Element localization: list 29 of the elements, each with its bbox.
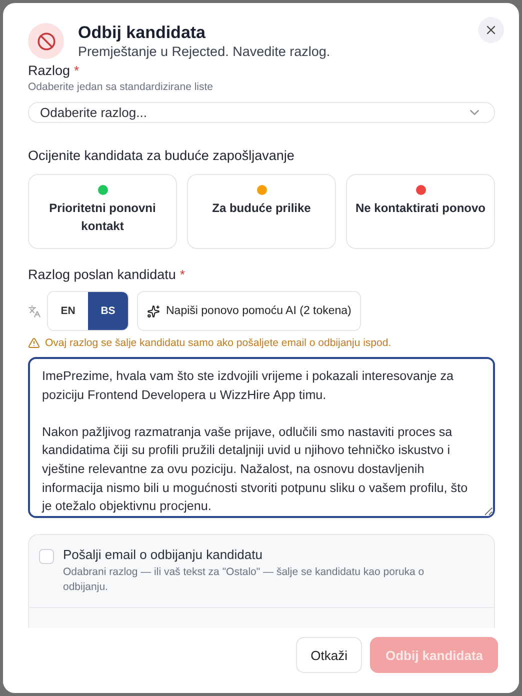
required-mark: * [74, 63, 80, 78]
close-icon [484, 23, 498, 37]
reason-select[interactable]: Odaberite razlog... [28, 102, 495, 123]
translate-icon [28, 304, 41, 318]
rating-option[interactable]: Ne kontaktirati ponovo [346, 174, 495, 249]
email-checkbox[interactable] [39, 549, 54, 564]
checkbox-hint: Odabrani razlog — ili vaš tekst za "Ostalo" — šalje se kandidatu kao poruka o odbijanju. [63, 565, 426, 595]
warning-text: Ovaj razlog se šalje kandidatu samo ako pošaljete email o odbijanju ispod. [45, 337, 392, 349]
field-hint: Odaberite jedan sa standardizirane liste [28, 81, 214, 93]
language-tab[interactable]: BS [88, 292, 128, 330]
option-label: Prioritetni ponovni kontakt [48, 200, 157, 235]
rating-option[interactable]: Za buduće prilike [187, 174, 336, 249]
rating-option[interactable]: Prioritetni ponovni kontakt [28, 174, 177, 249]
ban-icon [28, 23, 64, 59]
checkbox-label: Pošalji email o odbijanju kandidatu [63, 547, 264, 562]
dialog-subtitle: Premještanje u Rejected. Navedite razlog. [78, 44, 330, 59]
warning-icon [28, 337, 40, 349]
close-button[interactable] [478, 17, 504, 43]
dialog-title: Odbij kandidata [78, 23, 207, 43]
section-label: Ocijenite kandidata za buduće zapošljavanje [28, 148, 294, 163]
option-label: Za buduće prilike [212, 200, 311, 217]
cancel-button[interactable]: Otkaži [296, 637, 362, 673]
field-label: Razlog poslan kandidatu [28, 267, 176, 282]
message-textarea[interactable]: ImePrezime, hvala vam što ste izdvojili vrijeme i pokazali interesovanje za poziciju Frontend Developera u WizzHire App timu. Nakon pažljivog razmatranja vaše prijave, odlučili smo nastaviti proces sa kandidatima čiji su profili pružili detaljniji uvid u njihovo tehničko iskustvo i vještine relevantne za ovu poziciju. Nažalost, na osnovu dostavljenih informacija nismo bili u mogućnosti stvoriti potpunu sliku o vašem profilu, što je otežalo objektivnu procjenu. [28, 357, 495, 518]
required-mark: * [180, 267, 185, 282]
ai-rewrite-button[interactable]: Napiši ponovo pomoću AI (2 tokena) [137, 291, 362, 331]
field-label: Razlog [28, 63, 70, 78]
option-label: Ne kontaktirati ponovo [355, 200, 486, 217]
sparkles-icon [147, 304, 160, 318]
